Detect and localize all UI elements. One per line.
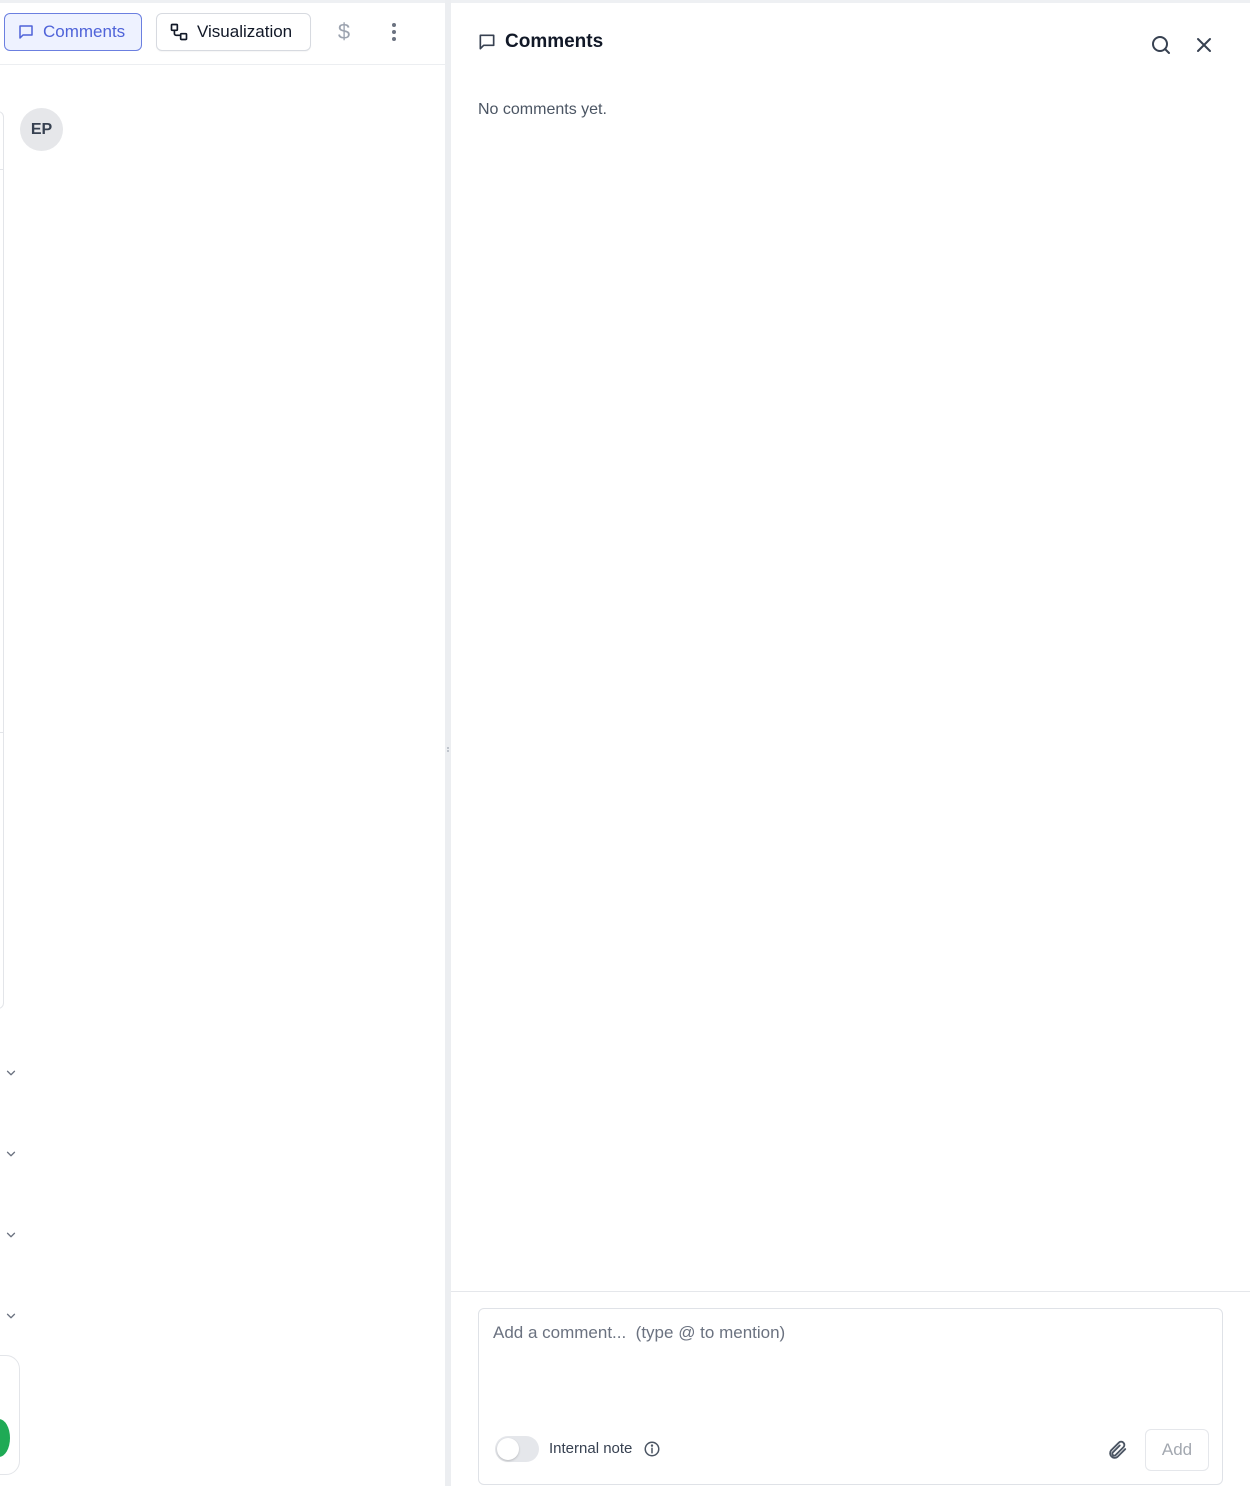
record-card-edge [0,111,4,1009]
paperclip-icon[interactable] [1106,1439,1128,1461]
visualization-button-label: Visualization [197,22,293,41]
search-icon[interactable] [1149,33,1173,57]
card-divider [0,169,4,170]
avatar[interactable]: EP [20,108,63,151]
chevron-down-icon[interactable] [4,1309,18,1323]
close-icon[interactable] [1192,33,1216,57]
empty-state-text: No comments yet. [478,101,607,118]
chevron-down-icon[interactable] [4,1147,18,1161]
comment-icon [479,34,495,50]
bottom-card [0,1355,20,1475]
chevron-down-icon[interactable] [4,1066,18,1080]
internal-note-label: Internal note [549,1440,633,1457]
comment-icon [19,25,33,39]
comments-toggle-button[interactable]: Comments [4,13,142,51]
add-comment-button[interactable]: Add [1145,1429,1209,1471]
comment-composer: Internal note Add [478,1308,1223,1485]
card-divider [0,732,4,733]
visualization-button[interactable]: Visualization [156,13,311,51]
toggle-knob [497,1438,519,1460]
chevron-down-icon[interactable] [4,1228,18,1242]
comments-panel: Comments No comments yet. Internal note … [451,0,1250,1486]
internal-note-toggle[interactable] [495,1436,539,1462]
more-options-icon[interactable] [380,17,408,47]
comment-input[interactable] [479,1309,1222,1419]
info-icon[interactable] [643,1440,661,1458]
comments-panel-header: Comments [477,31,603,53]
record-toolbar: Comments Visualization $ [0,3,445,65]
footer-divider [451,1291,1250,1292]
dollar-icon[interactable]: $ [330,17,358,47]
record-view: Comments Visualization $ EP [0,0,445,1486]
comments-button-label: Comments [43,22,126,41]
workflow-icon [170,23,188,41]
resize-grip-icon [446,746,450,756]
panel-title: Comments [505,31,604,52]
